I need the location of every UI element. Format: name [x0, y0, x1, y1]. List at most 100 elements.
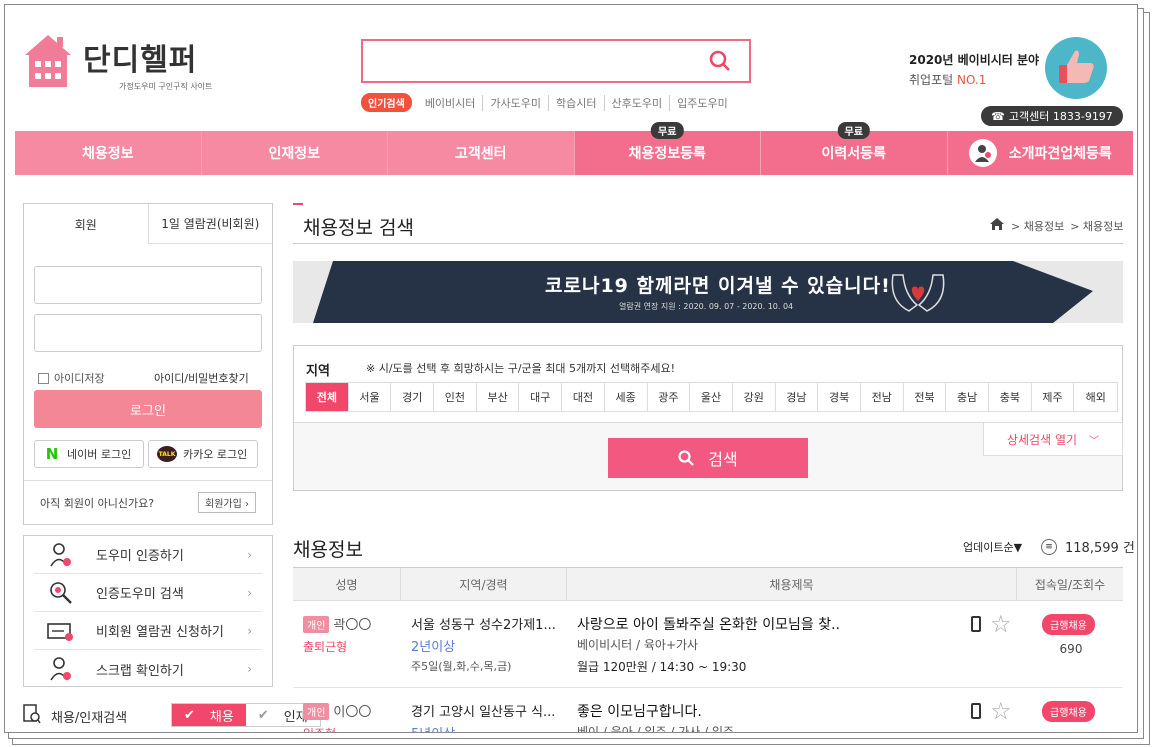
quick-item-helper-cert[interactable]: 도우미 인증하기 › [34, 536, 262, 574]
region-tab[interactable]: 전북 [904, 383, 947, 411]
table-row[interactable]: 개인이〇〇 입주형 경기 고양시 일산동구 식... 5년이상 좋은 이모님구합… [293, 689, 1123, 733]
breadcrumb-item[interactable]: > 채용정보 [1070, 218, 1123, 234]
nav-item-resume-post[interactable]: 무료 이력서등록 [761, 122, 948, 175]
chevron-right-icon: › [247, 623, 252, 638]
region-tab[interactable]: 경남 [776, 383, 819, 411]
nav-label: 인재정보 [268, 146, 321, 162]
promo-text: 2020년 베이비시터 분야 취업포털 NO.1 [909, 51, 1039, 88]
table-row[interactable]: 개인 곽〇〇 출퇴근형 서울 성동구 성수2가제1... 2년이상 주5일(월,화… [293, 602, 1123, 688]
promo-prefix: 취업포털 [909, 73, 954, 87]
customer-center-badge[interactable]: ☎ 고객센터 1833-9197 [981, 106, 1123, 126]
region-tab[interactable]: 제주 [1032, 383, 1075, 411]
work-days: 주5일(월,화,수,목,금) [411, 660, 512, 673]
nav-item-customer-center[interactable]: 고객센터 [388, 131, 575, 175]
advanced-search-toggle[interactable]: 상세검색 열기 ﹀ [983, 422, 1123, 456]
region-tab[interactable]: 대구 [519, 383, 563, 411]
job-talent-search-label: 채용/인재검색 [51, 710, 128, 726]
id-field[interactable] [34, 266, 262, 304]
nav-item-talent[interactable]: 인재정보 [202, 131, 388, 175]
region-tab[interactable]: 전남 [861, 383, 904, 411]
region-tab[interactable]: 부산 [477, 383, 520, 411]
quick-item-scrap[interactable]: 스크랩 확인하기 › [34, 650, 262, 688]
mobile-icon [971, 703, 981, 719]
find-id-password-link[interactable]: 아이디/비밀번호찾기 [154, 370, 249, 386]
region-tab[interactable]: 전체 [306, 383, 349, 411]
advanced-search-label: 상세검색 열기 [1006, 432, 1078, 447]
nav-label: 이력서등록 [821, 146, 886, 162]
star-icon[interactable]: ☆ [990, 699, 1012, 723]
region-tab[interactable]: 충북 [989, 383, 1032, 411]
tab-day-pass[interactable]: 1일 열람권(비회원) [147, 204, 272, 244]
region-tab[interactable]: 강원 [733, 383, 776, 411]
remember-id-label: 아이디저장 [54, 372, 105, 385]
star-icon[interactable]: ☆ [990, 612, 1012, 636]
individual-badge: 개인 [303, 703, 330, 720]
join-button[interactable]: 회원가입 › [198, 492, 256, 513]
mobile-icon [971, 616, 981, 632]
region-tab[interactable]: 세종 [605, 383, 648, 411]
promo-line1: 2020년 베이비시터 분야 [909, 53, 1040, 67]
work-type: 출퇴근형 [303, 640, 348, 654]
region-tab[interactable]: 충남 [946, 383, 989, 411]
job-title-link[interactable]: 사랑으로 아이 돌봐주실 온화한 이모님을 찾.. [577, 614, 847, 634]
column-header: 지역/경력 [401, 568, 567, 600]
chevron-right-icon: › [247, 662, 252, 676]
quick-item-cert-helper-search[interactable]: 인증도우미 검색 › [34, 574, 262, 612]
popular-term[interactable]: 학습시터 [549, 94, 605, 111]
popular-term[interactable]: 입주도우미 [670, 95, 735, 111]
name-text: 이〇〇 [333, 705, 372, 720]
list-icon: ≡ [1041, 538, 1057, 555]
tab-member[interactable]: 회원 [24, 204, 148, 244]
view-count: 690 [1059, 642, 1083, 656]
job-title-link[interactable]: 좋은 이모님구합니다. [577, 701, 847, 721]
search-button[interactable]: 검색 [608, 438, 808, 478]
total-count-value: 118,599 건 [1065, 541, 1135, 556]
region-tab[interactable]: 광주 [648, 383, 691, 411]
region-tab[interactable]: 해외 [1074, 383, 1117, 411]
password-field[interactable] [34, 314, 262, 352]
search-icon[interactable] [709, 50, 731, 72]
page-frame: 단디헬퍼 가정도우미 구인구직 사이트 인기검색 베이비시터 가사도우미 학습시… [4, 4, 1138, 733]
toggle-job[interactable]: ✔ 채용 [172, 704, 246, 726]
job-category: 베이비시터 / 육아+가사 [577, 638, 699, 652]
nav-item-job-post[interactable]: 무료 채용정보등록 [574, 122, 761, 175]
naver-login-button[interactable]: N 네이버 로그인 [34, 440, 144, 468]
region-tab[interactable]: 경기 [391, 383, 435, 411]
naver-icon: N [45, 445, 59, 463]
breadcrumb-item[interactable]: > 채용정보 [1011, 218, 1064, 234]
agency-avatar-icon [968, 139, 997, 167]
home-icon[interactable] [989, 217, 1005, 234]
region-tab[interactable]: 대전 [562, 383, 605, 411]
kakao-icon: TALK [157, 446, 177, 462]
title-accent [293, 203, 303, 205]
popular-term[interactable]: 베이비시터 [418, 94, 484, 111]
nav-item-agency-register[interactable]: 소개파견업체등록 [947, 131, 1133, 175]
nav-item-jobs[interactable]: 채용정보 [15, 131, 202, 175]
quick-label: 도우미 인증하기 [96, 549, 184, 564]
login-button[interactable]: 로그인 [34, 390, 262, 428]
check-icon: ✔ [257, 707, 269, 723]
popular-term[interactable]: 가사도우미 [483, 94, 550, 111]
experience: 5년이상 [411, 723, 455, 732]
kakao-login-button[interactable]: TALK 카카오 로그인 [148, 440, 258, 468]
popular-term[interactable]: 산후도우미 [605, 94, 671, 111]
sort-dropdown[interactable]: 업데이트순▼ [963, 539, 1022, 555]
search-input[interactable] [369, 47, 689, 75]
covid-banner[interactable]: 코로나19 함께라면 이겨낼 수 있습니다! 열람권 연장 지원 : 2020.… [293, 261, 1123, 323]
site-logo[interactable]: 단디헬퍼 가정도우미 구인구직 사이트 [23, 33, 223, 95]
region-tab[interactable]: 인천 [434, 383, 477, 411]
search-box [361, 39, 751, 83]
promo-rank: NO.1 [957, 73, 987, 87]
column-header: 성명 [293, 568, 401, 600]
quick-item-day-pass[interactable]: 비회원 열람권 신청하기 › [34, 612, 262, 650]
popular-searches: 인기검색 베이비시터 가사도우미 학습시터 산후도우미 입주도우미 [361, 93, 735, 112]
region-tab[interactable]: 경북 [818, 383, 861, 411]
region-tab[interactable]: 서울 [349, 383, 392, 411]
region-tab[interactable]: 울산 [690, 383, 733, 411]
work-type: 입주형 [303, 725, 336, 732]
popular-label: 인기검색 [361, 93, 412, 112]
job-category: 베이 / 육아 / 입주 / 가사 / 입주 [577, 725, 735, 733]
remember-id-checkbox[interactable]: 아이디저장 [38, 370, 105, 386]
quick-label: 비회원 열람권 신청하기 [96, 625, 224, 640]
toggle-job-label: 채용 [209, 709, 234, 725]
